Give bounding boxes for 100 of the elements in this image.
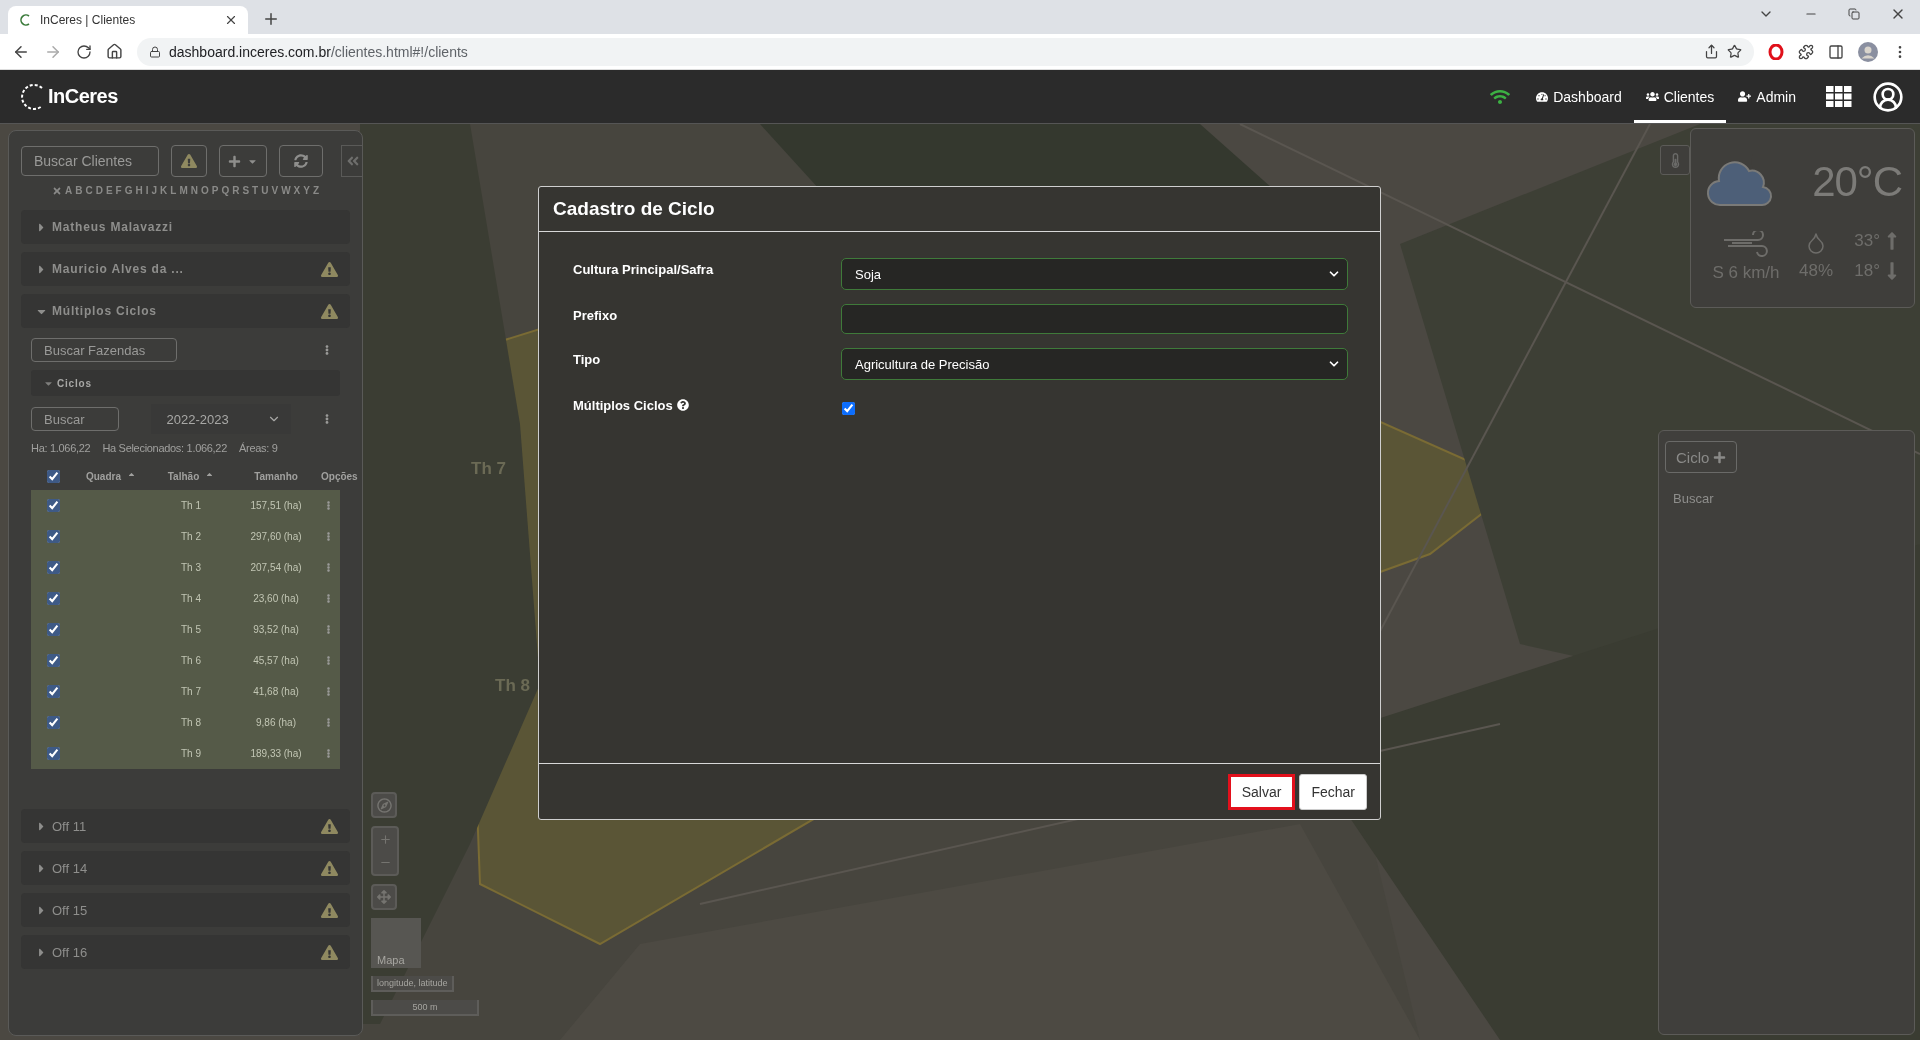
apps-grid-icon[interactable] — [1826, 85, 1852, 108]
letter-link[interactable]: Q — [221, 185, 230, 196]
letter-link[interactable]: P — [211, 185, 219, 196]
select-field[interactable]: Soja — [841, 258, 1348, 290]
minimap-toggle[interactable]: Mapa — [371, 918, 421, 968]
column-header[interactable]: Opções — [321, 470, 358, 482]
row-checkbox[interactable] — [46, 530, 60, 543]
letter-link[interactable]: X — [293, 185, 301, 196]
letter-link[interactable]: F — [115, 185, 122, 196]
kebab-icon[interactable] — [324, 687, 333, 696]
select-all-checkbox[interactable] — [46, 469, 60, 483]
column-header[interactable]: Tamanho — [254, 470, 298, 482]
letter-link[interactable]: O — [200, 185, 209, 196]
refresh-button[interactable] — [279, 145, 323, 177]
client-search-field[interactable]: Buscar Clientes — [21, 146, 159, 176]
row-checkbox[interactable] — [46, 716, 60, 729]
address-field[interactable]: dashboard.inceres.com.br/clientes.html#!/clients — [137, 37, 1754, 66]
add-button[interactable] — [219, 145, 267, 177]
letter-link[interactable]: Z — [312, 185, 320, 196]
warning-button[interactable] — [171, 145, 207, 177]
client-item[interactable]: Múltiplos Ciclos — [21, 294, 350, 328]
restore-icon[interactable] — [1848, 8, 1860, 20]
puzzle-icon[interactable] — [1798, 43, 1814, 60]
stat-text: Áreas: 9 — [239, 442, 278, 454]
kebab-icon[interactable] — [324, 718, 333, 727]
close-icon[interactable] — [224, 13, 238, 27]
plot-cell: Th 2 — [181, 531, 201, 542]
kebab-icon[interactable] — [324, 625, 333, 634]
letter-link[interactable]: G — [124, 185, 133, 196]
kebab-icon[interactable] — [324, 594, 333, 603]
cycle-search-field[interactable]: Buscar — [31, 407, 119, 431]
clear-filter-icon[interactable] — [51, 185, 62, 196]
client-item[interactable]: Off 15 — [21, 893, 350, 927]
letter-link[interactable]: V — [271, 185, 279, 196]
letter-link[interactable]: C — [85, 185, 93, 196]
letter-link[interactable]: A — [64, 185, 73, 196]
client-item[interactable]: Off 11 — [21, 809, 350, 843]
profile-avatar[interactable] — [1858, 41, 1878, 62]
row-checkbox[interactable] — [46, 499, 60, 512]
row-checkbox[interactable] — [46, 561, 60, 574]
help-icon[interactable] — [676, 399, 689, 411]
letter-link[interactable]: U — [261, 185, 269, 196]
tab-title: InCeres | Clientes — [40, 13, 137, 27]
letter-link[interactable]: D — [95, 185, 103, 196]
client-item[interactable]: Mauricio Alves da ... — [21, 252, 350, 286]
letter-link[interactable]: H — [135, 185, 143, 196]
letter-link[interactable]: N — [190, 185, 198, 196]
kebab-icon[interactable] — [324, 749, 333, 758]
user-avatar-icon[interactable] — [1872, 80, 1904, 113]
share-icon[interactable] — [1704, 44, 1719, 59]
client-item[interactable]: Matheus Malavazzi — [21, 210, 350, 244]
plus-icon — [228, 154, 241, 168]
kebab-icon[interactable] — [324, 501, 333, 510]
letter-link[interactable]: K — [160, 185, 168, 196]
star-icon[interactable] — [1727, 44, 1742, 59]
dialog-button[interactable]: Salvar — [1227, 773, 1296, 810]
add-cycle-button[interactable]: Ciclo — [1665, 441, 1738, 473]
collapse-button[interactable] — [341, 145, 362, 177]
size-cell: 157,51 (ha) — [250, 500, 302, 511]
row-checkbox[interactable] — [46, 685, 60, 698]
prefix-field[interactable] — [841, 304, 1348, 334]
farm-search-field[interactable]: Buscar Fazendas — [31, 338, 177, 362]
row-checkbox[interactable] — [46, 747, 60, 760]
letter-link[interactable]: B — [75, 185, 83, 196]
column-header[interactable]: Quadra — [86, 470, 136, 482]
kebab-icon[interactable] — [324, 563, 333, 572]
select-field[interactable]: Agricultura de Precisão — [841, 348, 1348, 380]
letter-link[interactable]: W — [281, 185, 291, 196]
cycles-header[interactable]: Ciclos — [31, 370, 340, 396]
letter-link[interactable]: M — [179, 185, 188, 196]
client-name: Off 11 — [52, 818, 88, 834]
letter-link[interactable]: E — [105, 185, 113, 196]
extension-icon[interactable] — [1768, 43, 1784, 60]
reload-icon[interactable] — [76, 43, 92, 60]
client-item[interactable]: Off 16 — [21, 935, 350, 969]
letter-link[interactable]: T — [252, 185, 259, 196]
nav-link[interactable]: Dashboard — [1524, 70, 1634, 123]
client-name: Matheus Malavazzi — [52, 220, 174, 234]
kebab-icon[interactable] — [324, 532, 333, 541]
row-checkbox[interactable] — [46, 592, 60, 605]
row-checkbox[interactable] — [46, 654, 60, 667]
nav-link[interactable]: Admin — [1726, 70, 1808, 123]
letter-link[interactable]: L — [170, 185, 177, 196]
home-icon[interactable] — [106, 43, 123, 60]
column-header[interactable]: Talhão — [167, 470, 215, 482]
letter-link[interactable]: I — [145, 185, 149, 196]
letter-link[interactable]: R — [232, 185, 240, 196]
new-tab-icon[interactable] — [262, 10, 280, 28]
row-checkbox[interactable] — [46, 623, 60, 636]
client-item[interactable]: Off 14 — [21, 851, 350, 885]
browser-tab[interactable]: InCeres | Clientes — [8, 6, 248, 34]
letter-link[interactable]: J — [151, 185, 158, 196]
side-panel-icon[interactable] — [1828, 43, 1844, 60]
kebab-icon[interactable] — [324, 656, 333, 665]
size-cell: 45,57 (ha) — [253, 655, 299, 666]
dialog-button[interactable]: Fechar — [1299, 773, 1367, 810]
letter-link[interactable]: S — [242, 185, 250, 196]
cycle-panel-search-field[interactable]: Buscar — [1665, 491, 1881, 506]
multiple-cycles-checkbox[interactable] — [842, 402, 855, 415]
letter-link[interactable]: Y — [303, 185, 310, 196]
